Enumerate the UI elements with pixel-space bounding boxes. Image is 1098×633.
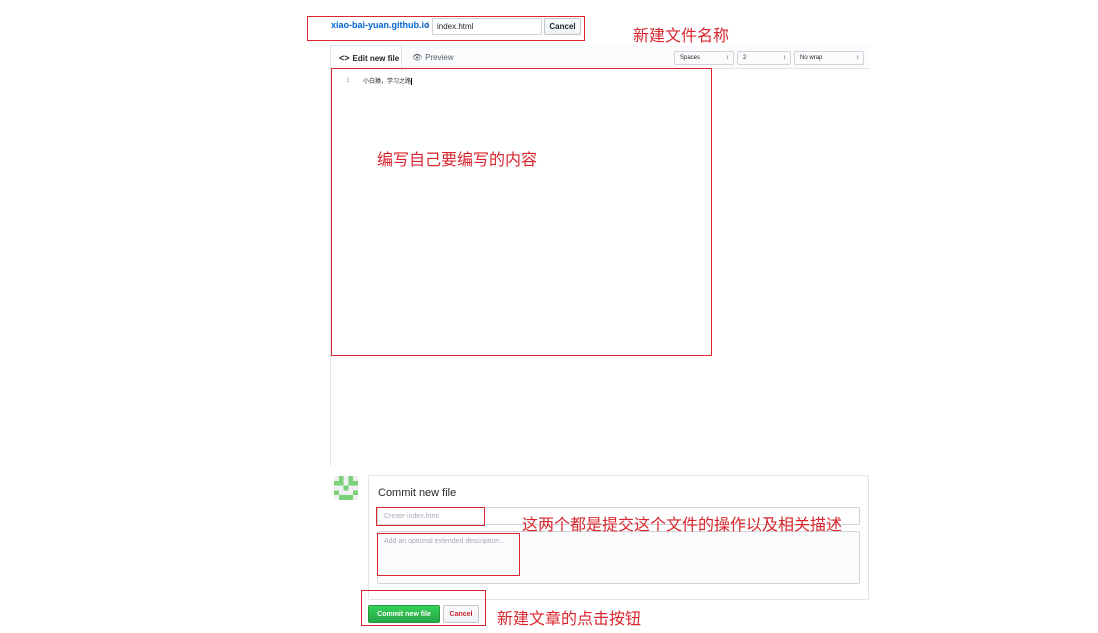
filename-annotation: 新建文件名称: [633, 26, 730, 45]
identicon-avatar: [334, 476, 358, 500]
buttons-highlight-box: [361, 590, 486, 626]
commit-fields-annotation: 这两个都是提交这个文件的操作以及相关描述: [522, 515, 843, 534]
content-highlight-box[interactable]: [331, 68, 712, 356]
buttons-annotation: 新建文章的点击按钮: [497, 609, 642, 628]
commit-title: Commit new file: [378, 487, 457, 499]
indent-mode-select[interactable]: Spaces ↕: [674, 51, 734, 65]
summary-highlight-box: [376, 507, 485, 526]
description-highlight-box: [377, 533, 520, 576]
indent-mode-value: Spaces: [680, 55, 701, 61]
indent-size-select[interactable]: 2 ↕: [737, 51, 791, 65]
tab-preview-label: Preview: [425, 53, 454, 62]
select-arrows-icon: ↕: [856, 55, 859, 61]
filename-highlight-box: [307, 16, 585, 41]
indent-size-value: 2: [743, 55, 747, 61]
content-annotation: 编写自己要编写的内容: [377, 150, 538, 169]
wrap-mode-select[interactable]: No wrap ↕: [794, 51, 864, 65]
tab-edit-new-file[interactable]: <> Edit new file: [330, 45, 402, 70]
eye-icon: 👁: [412, 53, 423, 62]
select-arrows-icon: ↕: [726, 55, 729, 61]
code-icon: <>: [339, 53, 350, 63]
select-arrows-icon: ↕: [783, 55, 786, 61]
wrap-mode-value: No wrap: [800, 55, 823, 61]
tab-preview[interactable]: 👁 Preview: [412, 45, 454, 70]
tab-edit-label: Edit new file: [352, 53, 400, 63]
